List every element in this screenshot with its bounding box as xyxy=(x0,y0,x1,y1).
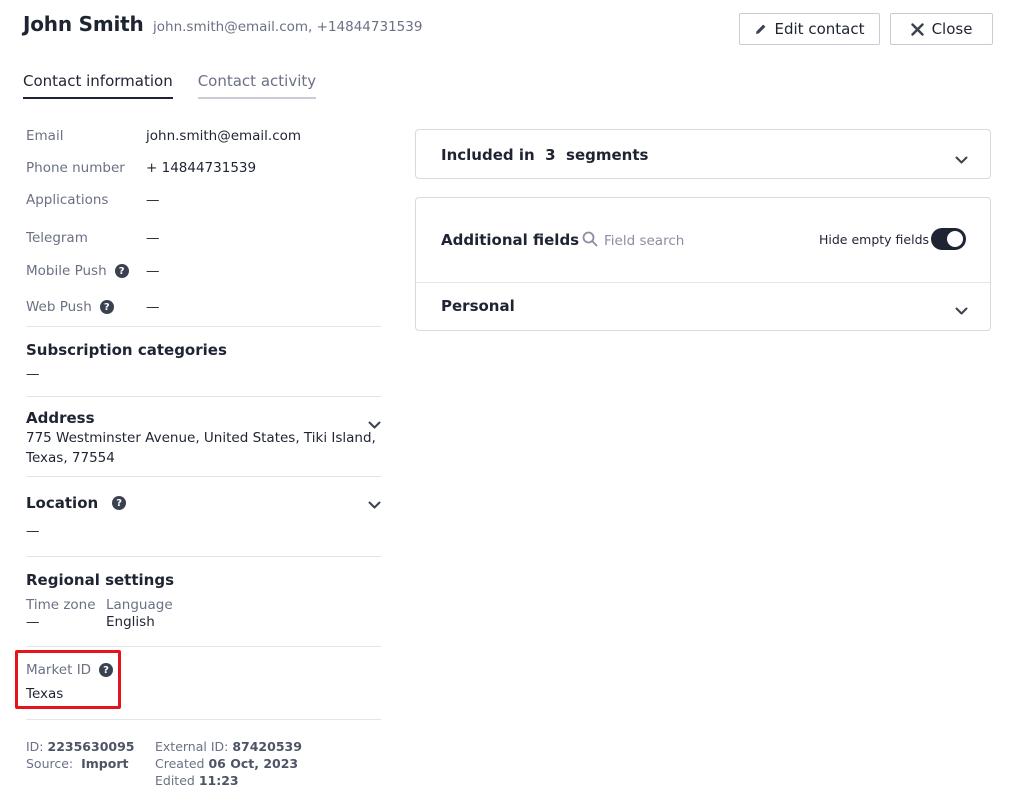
meta-source: Source: Import xyxy=(26,756,129,771)
close-button[interactable]: Close xyxy=(890,13,993,45)
field-web-push-value: — xyxy=(146,299,160,315)
divider xyxy=(26,396,381,397)
field-mobile-push-value: — xyxy=(146,263,160,279)
pencil-icon xyxy=(755,23,767,35)
contact-tabs: Contact information Contact activity xyxy=(23,72,317,99)
field-phone-label: Phone number xyxy=(26,160,125,176)
page-header: John Smith john.smith@email.com, +148447… xyxy=(0,0,1017,60)
segments-card[interactable]: Included in 3 segments xyxy=(415,129,991,179)
location-title: Location ? xyxy=(26,494,127,512)
chevron-down-icon[interactable] xyxy=(955,301,968,320)
field-email-value: john.smith@email.com xyxy=(146,128,302,144)
field-search[interactable]: Field search xyxy=(582,231,684,251)
field-telegram-value: — xyxy=(146,230,160,246)
field-web-push-label: Web Push ? xyxy=(26,299,114,315)
close-label: Close xyxy=(931,20,973,38)
divider xyxy=(26,326,381,327)
divider xyxy=(26,719,381,720)
field-applications-label: Applications xyxy=(26,192,109,208)
help-icon[interactable]: ? xyxy=(112,496,127,510)
close-icon xyxy=(910,22,924,36)
regional-title: Regional settings xyxy=(26,571,175,589)
field-telegram-label: Telegram xyxy=(26,230,88,246)
address-title: Address xyxy=(26,409,95,427)
meta-id: ID: 2235630095 xyxy=(26,739,135,754)
chevron-down-icon[interactable] xyxy=(368,495,381,514)
tab-contact-activity[interactable]: Contact activity xyxy=(197,72,317,99)
additional-fields-card: Additional fields Field search Hide empt… xyxy=(415,197,991,331)
tab-contact-information[interactable]: Contact information xyxy=(23,72,173,99)
help-icon[interactable]: ? xyxy=(114,264,129,278)
chevron-down-icon[interactable] xyxy=(955,150,968,169)
hide-empty-fields-toggle[interactable] xyxy=(931,228,966,250)
highlight-box xyxy=(15,650,121,709)
edit-contact-label: Edit contact xyxy=(774,20,865,38)
subscription-title: Subscription categories xyxy=(26,341,227,359)
contact-subtitle: john.smith@email.com, +14844731539 xyxy=(153,19,423,35)
divider xyxy=(26,476,381,477)
toggle-knob xyxy=(947,231,963,247)
additional-fields-title: Additional fields xyxy=(441,231,580,249)
field-phone-value: + 14844731539 xyxy=(146,160,257,176)
subscription-value: — xyxy=(26,366,40,382)
meta-edited: Edited 11:23 xyxy=(155,773,239,788)
address-line-1: 775 Westminster Avenue, United States, T… xyxy=(26,430,376,446)
meta-created: Created 06 Oct, 2023 xyxy=(155,756,299,771)
divider xyxy=(26,556,381,557)
timezone-value: — xyxy=(26,614,40,630)
edit-contact-button[interactable]: Edit contact xyxy=(739,13,880,45)
field-applications-value: — xyxy=(146,192,160,208)
address-line-2: Texas, 77554 xyxy=(26,450,115,466)
divider xyxy=(416,282,990,283)
hide-empty-fields-label: Hide empty fields xyxy=(819,232,930,247)
search-input[interactable]: Field search xyxy=(604,233,684,249)
help-icon[interactable]: ? xyxy=(99,300,114,314)
field-mobile-push-label: Mobile Push ? xyxy=(26,263,129,279)
segments-title: Included in 3 segments xyxy=(441,146,649,164)
language-value: English xyxy=(106,614,155,630)
search-icon xyxy=(582,231,598,251)
contact-name: John Smith xyxy=(23,12,144,36)
meta-external-id: External ID: 87420539 xyxy=(155,739,302,754)
field-email-label: Email xyxy=(26,128,64,144)
location-value: — xyxy=(26,523,40,539)
personal-group-title: Personal xyxy=(441,297,515,315)
divider xyxy=(26,646,381,647)
